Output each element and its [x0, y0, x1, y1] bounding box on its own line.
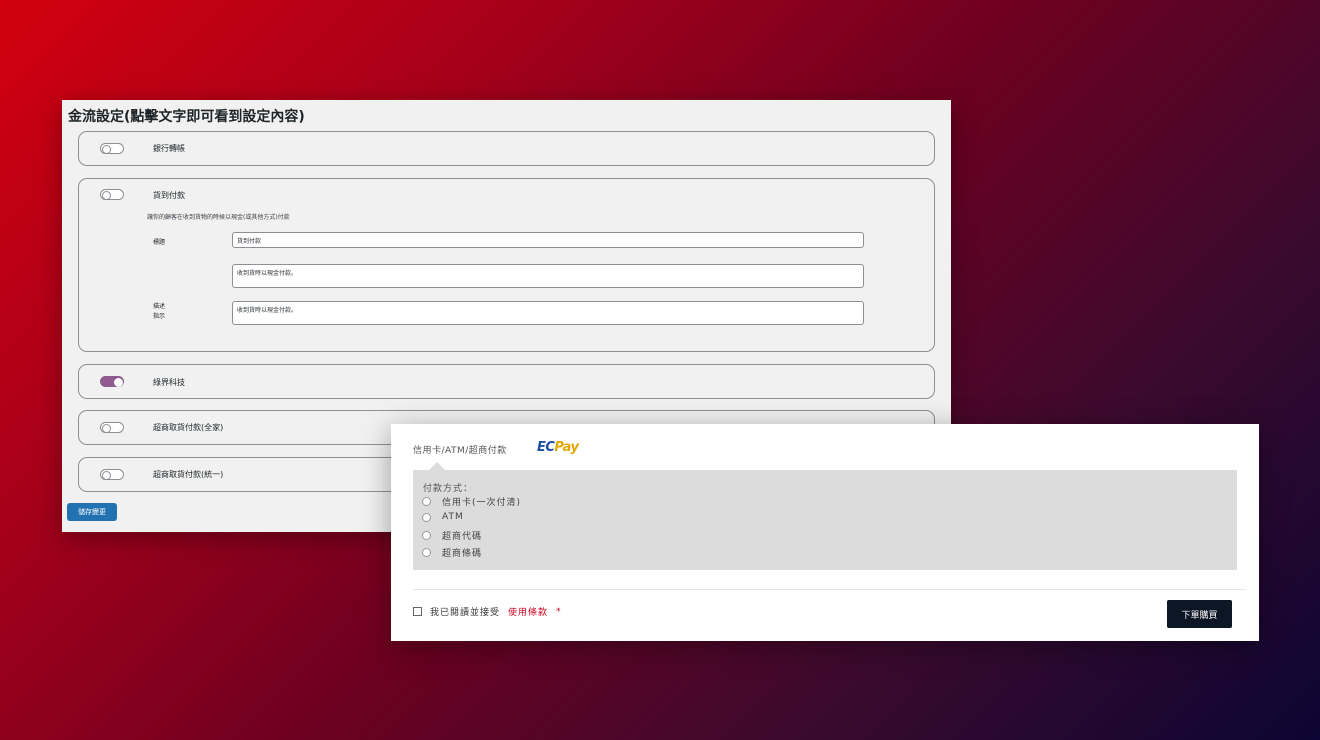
- field-label-title: 標題: [153, 239, 166, 246]
- checkout-panel: 信用卡/ATM/超商付款 ECPay 付款方式： 信用卡(一次付清) ATM 超…: [391, 424, 1259, 641]
- terms-row[interactable]: 我已閱讀並接受 使用條款 *: [413, 605, 562, 618]
- toggle-switch[interactable]: [100, 422, 124, 433]
- method-name[interactable]: 綠界科技: [153, 377, 185, 388]
- radio-button[interactable]: [422, 548, 431, 557]
- payment-options-label: 付款方式：: [423, 484, 474, 494]
- radio-button[interactable]: [422, 531, 431, 540]
- method-name[interactable]: 超商取貨付款(統一): [153, 469, 223, 480]
- instructions-textarea[interactable]: 收到貨時以現金付款。: [232, 301, 864, 325]
- method-name[interactable]: 銀行轉帳: [153, 143, 185, 154]
- option-credit-card[interactable]: 信用卡(一次付清): [422, 495, 521, 508]
- toggle-knob: [102, 471, 111, 480]
- option-cvs-code[interactable]: 超商代碼: [422, 529, 482, 542]
- toggle-knob: [102, 145, 111, 154]
- option-atm[interactable]: ATM: [422, 512, 464, 522]
- place-order-button[interactable]: 下單購買: [1167, 600, 1232, 628]
- toggle-knob: [102, 191, 111, 200]
- toggle-knob: [114, 378, 123, 387]
- toggle-knob: [102, 424, 111, 433]
- field-label-instructions: 指示: [153, 313, 166, 320]
- description-textarea[interactable]: 收到貨時以現金付款。: [232, 264, 864, 288]
- callout-arrow: [429, 462, 445, 470]
- method-description: 讓你的顧客在收到貨物的時候以現金(或其他方式)付款: [147, 214, 290, 221]
- method-bank-transfer[interactable]: 銀行轉帳: [78, 131, 935, 166]
- divider: [413, 589, 1246, 590]
- ecpay-logo: ECPay: [537, 440, 579, 455]
- toggle-switch[interactable]: [100, 469, 124, 480]
- method-ecpay[interactable]: 綠界科技: [78, 364, 935, 399]
- terms-checkbox[interactable]: [413, 607, 422, 616]
- toggle-switch[interactable]: [100, 376, 124, 387]
- payment-method-title: 信用卡/ATM/超商付款: [413, 446, 507, 456]
- toggle-switch[interactable]: [100, 143, 124, 154]
- option-cvs-barcode[interactable]: 超商條碼: [422, 546, 482, 559]
- payment-options-box: 付款方式： 信用卡(一次付清) ATM 超商代碼 超商條碼: [413, 470, 1237, 570]
- toggle-switch[interactable]: [100, 189, 124, 200]
- method-name[interactable]: 貨到付款: [153, 190, 185, 201]
- method-cash-on-delivery[interactable]: 貨到付款 讓你的顧客在收到貨物的時候以現金(或其他方式)付款 標題 貨到付款 描…: [78, 178, 935, 352]
- radio-button[interactable]: [422, 497, 431, 506]
- method-name[interactable]: 超商取貨付款(全家): [153, 422, 223, 433]
- terms-text: 我已閱讀並接受: [430, 608, 501, 618]
- radio-button[interactable]: [422, 512, 431, 522]
- required-mark: *: [556, 606, 562, 617]
- title-input[interactable]: 貨到付款: [232, 232, 864, 248]
- save-changes-button[interactable]: 儲存變更: [67, 503, 117, 521]
- field-label-description: 描述: [153, 303, 166, 310]
- terms-link[interactable]: 使用條款: [508, 605, 548, 618]
- page-title: 金流設定(點擊文字即可看到設定內容): [68, 109, 305, 125]
